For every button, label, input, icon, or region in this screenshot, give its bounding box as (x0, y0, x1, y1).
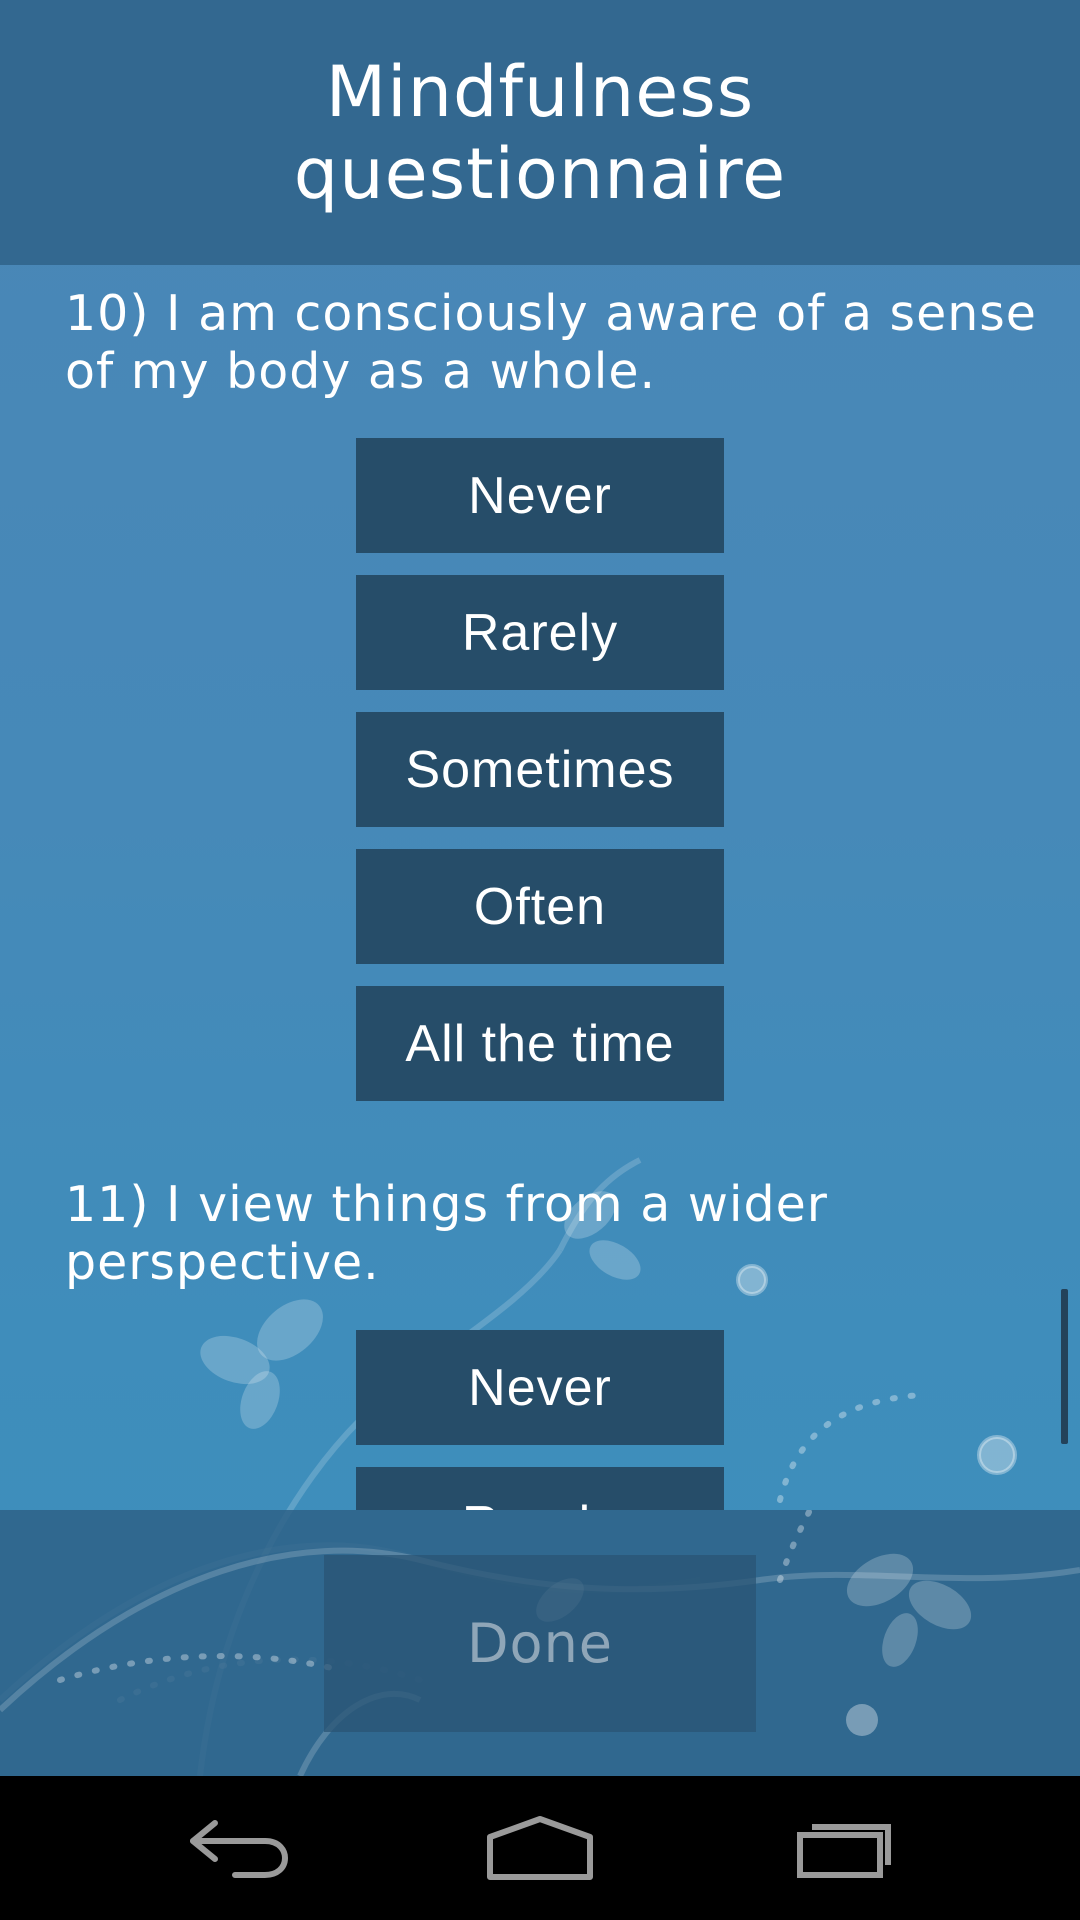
home-button[interactable] (460, 1798, 620, 1898)
questions-scroll-area[interactable]: 10) I am consciously aware of a sense of… (0, 265, 1080, 1510)
back-button[interactable] (160, 1798, 320, 1898)
question-10-option-rarely-button[interactable]: Rarely (356, 575, 724, 690)
question-11-text: 11) I view things from a wider perspecti… (65, 1176, 828, 1291)
back-icon (190, 1820, 289, 1878)
question-10-option-all-the-time-button[interactable]: All the time (356, 986, 724, 1101)
footer-bar: Done (0, 1510, 1080, 1776)
question-10-option-often-button[interactable]: Often (356, 849, 724, 964)
home-icon (487, 1816, 593, 1880)
app-header: Mindfulness questionnaire (0, 0, 1080, 265)
recents-button[interactable] (765, 1798, 925, 1898)
recents-icon (797, 1824, 891, 1878)
done-button[interactable]: Done (324, 1555, 756, 1732)
question-10-text: 10) I am consciously aware of a sense of… (65, 285, 1037, 400)
page-title: Mindfulness questionnaire (293, 50, 787, 215)
question-10-option-sometimes-button[interactable]: Sometimes (356, 712, 724, 827)
system-navigation-bar (0, 1776, 1080, 1920)
app-screen: Mindfulness questionnaire 10) I am consc… (0, 0, 1080, 1776)
question-11-option-never-button[interactable]: Never (356, 1330, 724, 1445)
question-11-option-rarely-button[interactable]: Rarely (356, 1467, 724, 1510)
scrollbar-thumb[interactable] (1061, 1289, 1068, 1444)
question-10-option-never-button[interactable]: Never (356, 438, 724, 553)
